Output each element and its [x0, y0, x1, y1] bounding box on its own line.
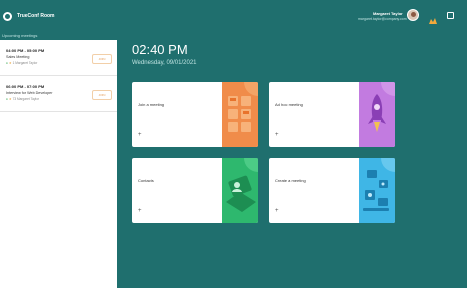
card-label: Ad hoc meeting [275, 102, 303, 107]
plus-icon: + [275, 132, 279, 138]
card-label: Create a meeting [275, 178, 306, 183]
meeting-meta-text: 73 Margaret Taylor [12, 97, 40, 101]
star-icon: ★ [8, 97, 12, 101]
badge-icon[interactable] [428, 12, 438, 24]
adhoc-meeting-card[interactable]: Ad hoc meeting + [269, 82, 395, 147]
plus-icon: + [275, 208, 279, 214]
contacts-icon [222, 158, 258, 223]
clock-time: 02:40 PM [132, 42, 188, 57]
card-label: Join a meeting [138, 102, 165, 107]
clock-date: Wednesday, 09/01/2021 [132, 60, 197, 66]
rocket-icon [359, 82, 395, 147]
meeting-time: 04:00 PM - 05:00 PM [6, 48, 45, 53]
meeting-title: Sales Meeting [6, 55, 30, 59]
top-bar: TrueConf Room Margaret Taylor margaret.t… [0, 0, 467, 32]
join-button[interactable]: JOIN [92, 54, 112, 64]
create-meeting-card[interactable]: Create a meeting + [269, 158, 395, 223]
meeting-time: 06:00 PM - 07:00 PM [6, 84, 45, 89]
sidebar-header: Upcoming meetings [2, 33, 38, 38]
app-title: TrueConf Room [17, 13, 55, 19]
join-button[interactable]: JOIN [92, 90, 112, 100]
contacts-card[interactable]: Contacts + [132, 158, 258, 223]
schedule-icon [359, 158, 395, 223]
meeting-title: Interview for Web Developer [6, 91, 53, 95]
meeting-item[interactable]: 06:00 PM - 07:00 PM Interview for Web De… [0, 76, 117, 112]
join-meeting-card[interactable]: Join a meeting + [132, 82, 258, 147]
grid-icon [222, 82, 258, 147]
meeting-meta: ● ★ 1 Margaret Taylor [6, 61, 37, 65]
avatar[interactable] [407, 9, 419, 21]
exit-icon[interactable] [447, 12, 454, 19]
app-logo-icon [3, 12, 12, 21]
status-dot-icon: ● [6, 97, 8, 101]
meeting-meta: ● ★ 73 Margaret Taylor [6, 97, 39, 101]
plus-icon: + [138, 132, 142, 138]
meeting-meta-text: 1 Margaret Taylor [12, 61, 38, 65]
card-label: Contacts [138, 178, 154, 183]
meeting-item[interactable]: 04:00 PM - 05:00 PM Sales Meeting ● ★ 1 … [0, 40, 117, 76]
sidebar: 04:00 PM - 05:00 PM Sales Meeting ● ★ 1 … [0, 40, 117, 288]
app-window: TrueConf Room Margaret Taylor margaret.t… [0, 0, 467, 288]
status-dot-icon: ● [6, 61, 8, 65]
plus-icon: + [138, 208, 142, 214]
star-icon: ★ [8, 61, 12, 65]
user-email: margaret.taylor@company.com [358, 17, 407, 21]
user-name: Margaret Taylor [373, 11, 403, 16]
